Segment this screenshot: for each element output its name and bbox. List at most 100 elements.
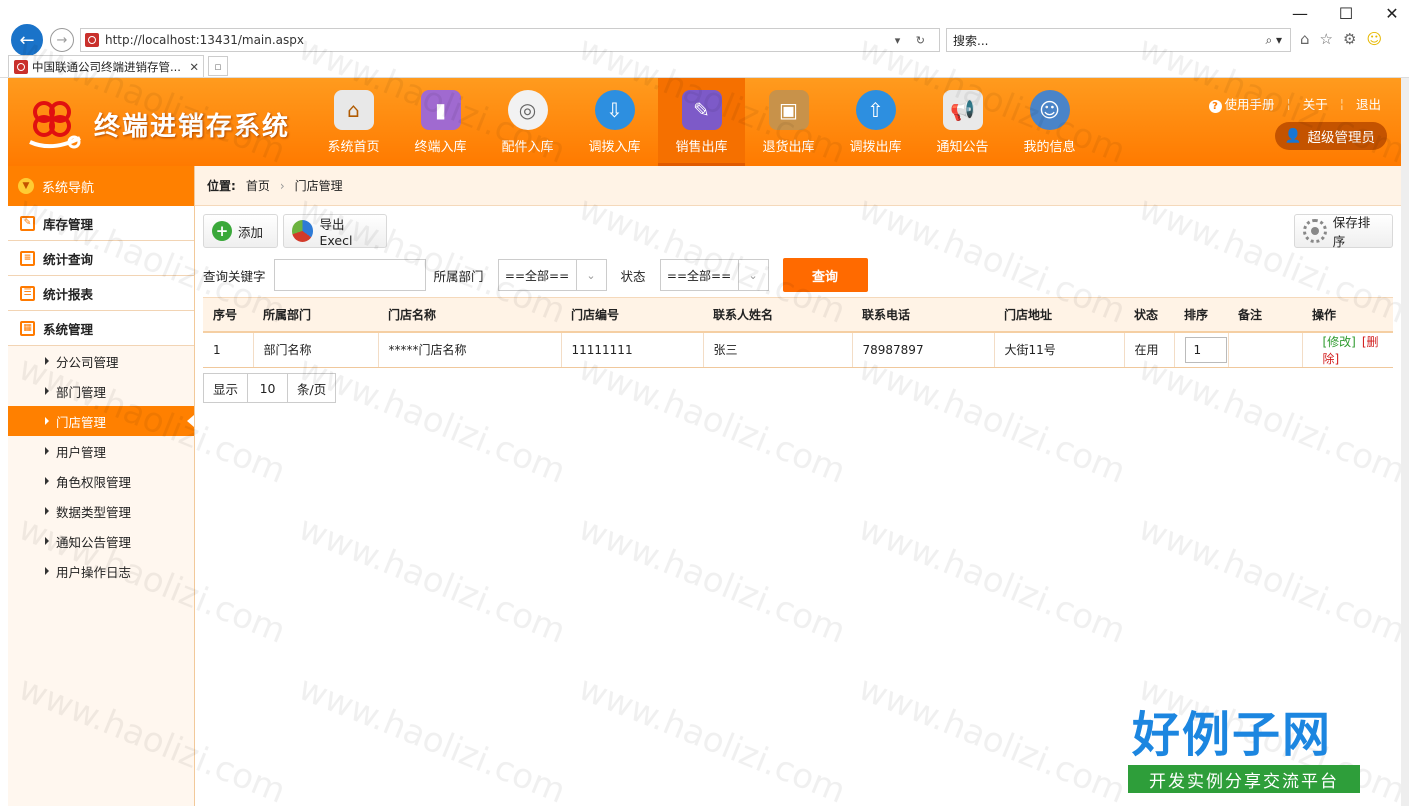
browser-tab[interactable]: 中国联通公司终端进销存管... ✕	[8, 55, 204, 77]
watermark-text: www.haolizi.com	[852, 348, 1132, 492]
app-title: 终端进销存系统	[94, 112, 291, 142]
chevron-down-icon: ▼	[18, 178, 34, 194]
sidebar-item-department[interactable]: 部门管理	[8, 376, 194, 406]
add-button[interactable]: + 添加	[203, 214, 278, 248]
favorites-star-icon[interactable]: ☆	[1320, 30, 1333, 48]
watermark-text: www.haolizi.com	[292, 348, 572, 492]
minimize-icon[interactable]: —	[1291, 4, 1309, 24]
col-header-sort: 排序	[1174, 297, 1228, 333]
cell-sort: 1	[1174, 331, 1229, 368]
help-icon: ?	[1208, 100, 1222, 113]
nav-transfer-out[interactable]: ⇧ 调拨出库	[832, 78, 919, 166]
nav-return-out[interactable]: ▣ 退货出库	[745, 78, 832, 166]
sidebar-item-user[interactable]: 用户管理	[8, 436, 194, 466]
save-sort-button[interactable]: 保存排序	[1294, 214, 1393, 249]
cell-remark	[1228, 331, 1303, 368]
plus-icon: +	[212, 221, 232, 241]
top-links: ? 使用手册 ¦ 关于 ¦ 退出	[1208, 94, 1381, 113]
store-table: 序号 所属部门 门店名称 门店编号 联系人姓名 联系电话 门店地址 状态 排序 …	[203, 297, 1393, 368]
about-link[interactable]: 关于	[1303, 94, 1328, 113]
tab-favicon-icon	[14, 59, 28, 74]
breadcrumb-separator-icon: ›	[279, 178, 285, 193]
col-header-code: 门店编号	[561, 297, 703, 333]
cell-name: *****门店名称	[378, 331, 562, 368]
gear-icon	[1303, 219, 1327, 243]
megaphone-icon: 📢	[942, 90, 983, 130]
sidebar-section-inventory[interactable]: ✎ 库存管理	[8, 206, 194, 241]
nav-notice[interactable]: 📢 通知公告	[919, 78, 1006, 166]
unicom-logo-icon	[29, 101, 81, 149]
address-bar[interactable]: http://localhost:13431/main.aspx ▾ ↻	[80, 28, 940, 52]
manual-link[interactable]: ? 使用手册	[1208, 94, 1275, 113]
pie-chart-icon	[292, 220, 314, 242]
home-icon: ⌂	[333, 90, 374, 130]
close-icon[interactable]: ✕	[1383, 4, 1401, 24]
search-icon[interactable]: ⌕ ▾	[1265, 33, 1282, 48]
sidebar-item-role[interactable]: 角色权限管理	[8, 466, 194, 496]
watermark-text: www.haolizi.com	[572, 348, 852, 492]
status-select[interactable]: ==全部== ⌄	[659, 259, 769, 291]
brand-logo: 好例子网 开发实例分享交流平台	[1128, 705, 1360, 797]
browser-toolbar-icons: ⌂ ☆ ⚙ ☺	[1300, 30, 1382, 48]
url-text: http://localhost:13431/main.aspx	[105, 33, 305, 47]
col-header-name: 门店名称	[378, 297, 561, 333]
transfer-out-icon: ⇧	[855, 90, 896, 130]
dept-select[interactable]: ==全部== ⌄	[497, 259, 607, 291]
brand-title: 好例子网	[1132, 707, 1333, 763]
forward-button[interactable]: →	[50, 28, 74, 52]
logout-link[interactable]: 退出	[1356, 94, 1381, 113]
accessory-icon: ◎	[507, 90, 548, 130]
sidebar-section-reports[interactable]: ☰ 统计报表	[8, 276, 194, 311]
user-button[interactable]: 👤 超级管理员	[1274, 122, 1387, 150]
cell-no: 1	[203, 331, 254, 368]
nav-sales-out[interactable]: ✎ 销售出库	[658, 78, 745, 166]
pager-unit-label: 条/页	[297, 381, 327, 397]
nav-home[interactable]: ⌂ 系统首页	[310, 78, 397, 166]
nav-terminal-in[interactable]: ▮ 终端入库	[397, 78, 484, 166]
col-header-remark: 备注	[1228, 297, 1302, 333]
window-controls: — ☐ ✕	[1291, 4, 1401, 24]
sidebar-item-notice[interactable]: 通知公告管理	[8, 526, 194, 556]
home-icon[interactable]: ⌂	[1300, 30, 1310, 48]
col-header-phone: 联系电话	[852, 297, 994, 333]
sidebar-item-datatype[interactable]: 数据类型管理	[8, 496, 194, 526]
browser-search-input[interactable]: 搜索... ⌕ ▾	[946, 28, 1291, 52]
phone-in-icon: ▮	[420, 90, 461, 130]
keyword-input[interactable]	[273, 259, 426, 291]
cell-action: [修改] [删除]	[1302, 331, 1393, 368]
back-button[interactable]: ←	[11, 24, 43, 56]
smiley-icon[interactable]: ☺	[1366, 30, 1382, 48]
chevron-down-icon: ⌄	[737, 260, 768, 290]
user-info-icon: ☺	[1029, 90, 1070, 130]
sidebar: ▼ 系统导航 ✎ 库存管理 ≡ 统计查询 ☰ 统计报表 ▦ 系统管理 分公司管理…	[8, 166, 195, 806]
settings-gear-icon[interactable]: ⚙	[1343, 30, 1356, 48]
tab-close-icon[interactable]: ✕	[189, 60, 199, 74]
comment-icon: ≡	[20, 250, 35, 266]
calendar-icon: ▦	[20, 320, 35, 336]
sort-input[interactable]: 1	[1184, 336, 1227, 363]
sidebar-item-branch[interactable]: 分公司管理	[8, 346, 194, 376]
cell-contact: 张三	[703, 331, 853, 368]
edit-link[interactable]: [修改]	[1323, 335, 1356, 349]
nav-accessory-in[interactable]: ◎ 配件入库	[484, 78, 571, 166]
query-button[interactable]: 查询	[782, 258, 868, 292]
breadcrumb-home[interactable]: 首页	[246, 177, 270, 194]
pager-show-label: 显示	[204, 374, 249, 402]
list-icon: ☰	[20, 285, 35, 301]
cell-code: 11111111	[561, 331, 704, 368]
sidebar-item-oplog[interactable]: 用户操作日志	[8, 556, 194, 586]
sidebar-section-system[interactable]: ▦ 系统管理	[8, 311, 194, 346]
page-size-input[interactable]: 10	[248, 374, 289, 402]
maximize-icon[interactable]: ☐	[1337, 4, 1355, 24]
refresh-icon[interactable]: ▾ ↻	[895, 34, 931, 47]
watermark-text: www.haolizi.com	[1132, 508, 1409, 652]
cell-dept: 部门名称	[253, 331, 379, 368]
new-tab-button[interactable]: ▫	[208, 56, 228, 76]
sidebar-header[interactable]: ▼ 系统导航	[8, 166, 194, 206]
sidebar-section-stats-query[interactable]: ≡ 统计查询	[8, 241, 194, 276]
col-header-status: 状态	[1124, 297, 1174, 333]
export-excel-button[interactable]: 导出Execl	[283, 214, 387, 248]
sidebar-item-store[interactable]: 门店管理	[8, 406, 194, 436]
nav-my-info[interactable]: ☺ 我的信息	[1006, 78, 1093, 166]
nav-transfer-in[interactable]: ⇩ 调拨入库	[571, 78, 658, 166]
